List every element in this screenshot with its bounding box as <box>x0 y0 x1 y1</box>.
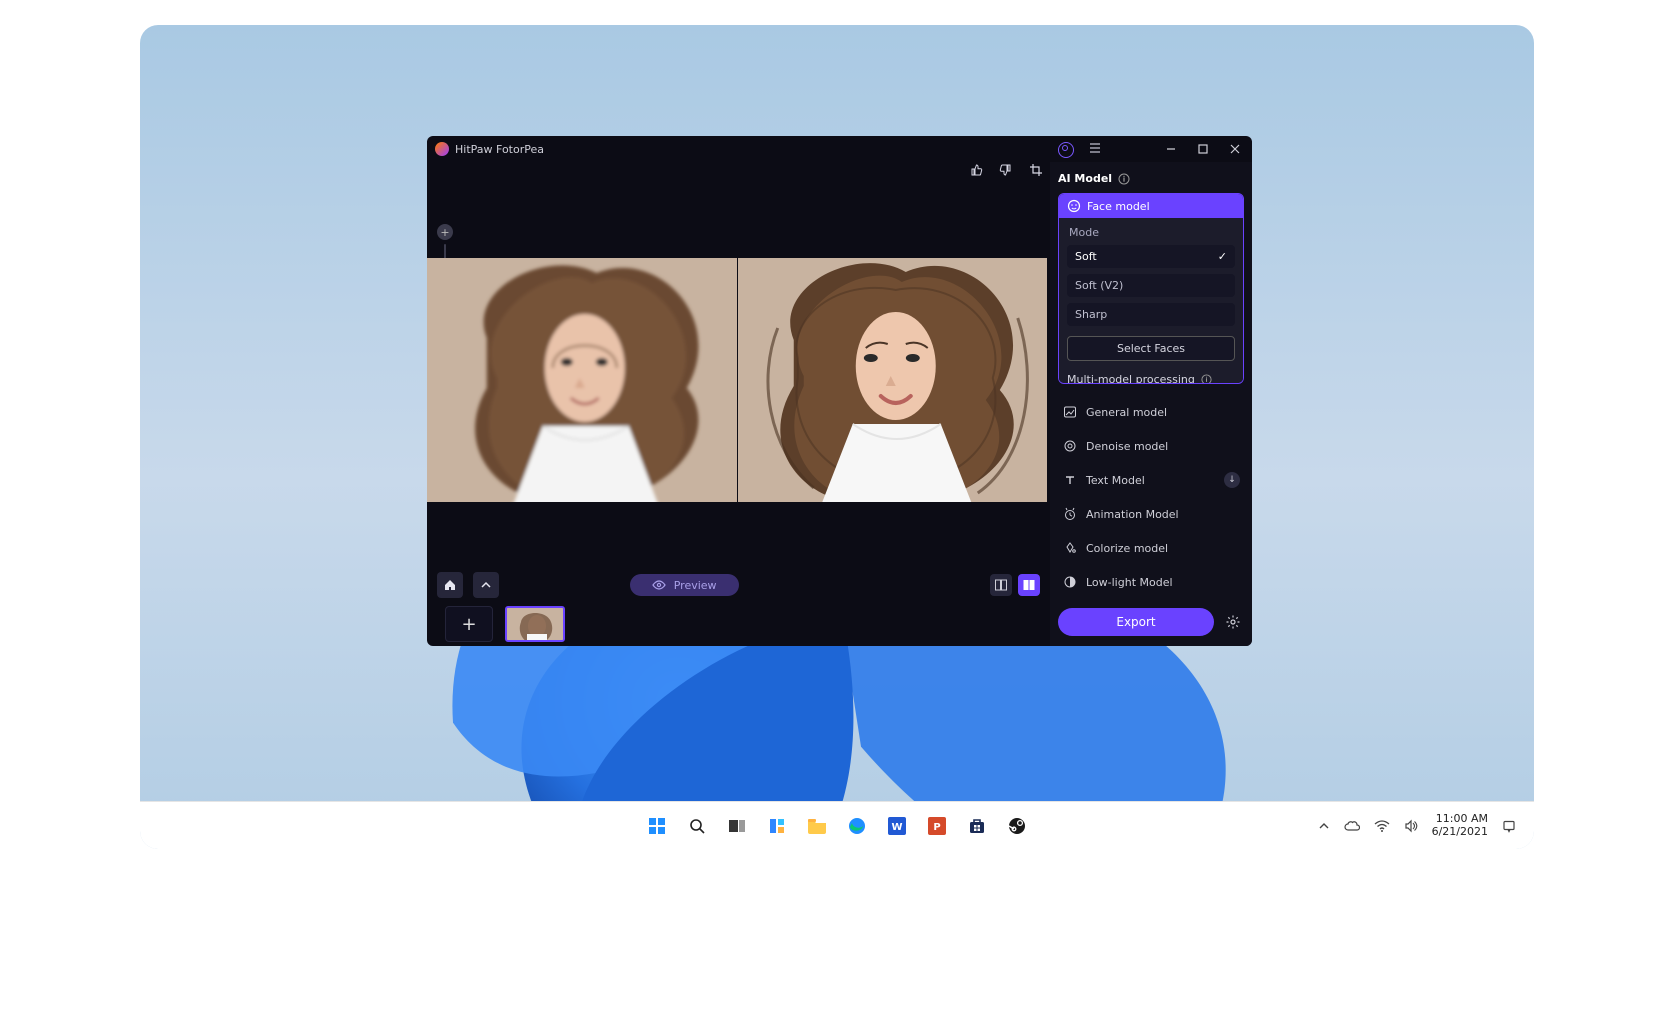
model-animation[interactable]: Animation Model <box>1058 500 1244 528</box>
thumbnail-1[interactable] <box>505 606 565 642</box>
mode-option-soft[interactable]: Soft ✓ <box>1067 245 1235 268</box>
minimize-button[interactable] <box>1160 138 1182 160</box>
model-list: General model Denoise model Text Model ↓… <box>1058 398 1244 596</box>
taskview-icon[interactable] <box>723 812 751 840</box>
lowlight-icon <box>1062 574 1078 590</box>
store-icon[interactable] <box>963 812 991 840</box>
laptop-screen: HitPaw FotorPea <box>140 25 1534 849</box>
model-general[interactable]: General model <box>1058 398 1244 426</box>
animation-icon <box>1062 506 1078 522</box>
thumbs-down-icon[interactable] <box>998 162 1014 178</box>
maximize-button[interactable] <box>1192 138 1214 160</box>
app-window: HitPaw FotorPea <box>427 136 1252 646</box>
settings-icon[interactable] <box>1222 611 1244 633</box>
app-logo <box>435 142 449 156</box>
right-panel: AI Model Face model Mode Soft ✓ So <box>1050 162 1252 646</box>
export-button[interactable]: Export <box>1058 608 1214 636</box>
model-text[interactable]: Text Model ↓ <box>1058 466 1244 494</box>
home-button[interactable] <box>437 572 463 598</box>
face-model-header[interactable]: Face model <box>1059 194 1243 218</box>
svg-text:W: W <box>891 822 902 833</box>
info-icon[interactable] <box>1118 173 1130 185</box>
notifications-icon[interactable] <box>1502 819 1516 833</box>
view-mode-selector <box>990 574 1040 596</box>
close-button[interactable] <box>1224 138 1246 160</box>
canvas-top-tools <box>427 162 1050 184</box>
bottom-bar-row1: Preview <box>427 572 1050 598</box>
window-controls <box>1160 136 1246 162</box>
denoise-icon <box>1062 438 1078 454</box>
menu-icon[interactable] <box>1088 140 1102 159</box>
preview-button[interactable]: Preview <box>630 574 739 596</box>
titlebar-user-area <box>1058 140 1102 159</box>
thumbnails-row: + <box>427 598 1050 646</box>
explorer-icon[interactable] <box>803 812 831 840</box>
multi-model-row: Multi-model processing <box>1067 373 1235 384</box>
mode-option-sharp[interactable]: Sharp <box>1067 303 1235 326</box>
account-icon[interactable] <box>1058 142 1074 158</box>
add-image-button[interactable]: + <box>445 606 493 642</box>
wifi-icon[interactable] <box>1374 820 1390 832</box>
view-single-button[interactable] <box>990 574 1012 596</box>
edge-icon[interactable] <box>843 812 871 840</box>
taskbar-center-icons: W P <box>643 812 1031 840</box>
zoom-in-button[interactable]: + <box>437 224 453 240</box>
select-faces-button[interactable]: Select Faces <box>1067 336 1235 361</box>
checkmark-icon: ✓ <box>1218 250 1227 263</box>
word-icon[interactable]: W <box>883 812 911 840</box>
eye-icon <box>652 578 666 592</box>
taskbar-right: 11:00 AM 6/21/2021 <box>1318 802 1516 849</box>
download-icon[interactable]: ↓ <box>1224 472 1240 488</box>
model-lowlight[interactable]: Low-light Model <box>1058 568 1244 596</box>
volume-icon[interactable] <box>1404 819 1418 833</box>
face-model-card: Face model Mode Soft ✓ Soft (V2) Sharp S… <box>1058 193 1244 384</box>
bottom-bar: Preview + <box>427 572 1050 646</box>
export-row: Export <box>1058 596 1244 636</box>
text-icon <box>1062 472 1078 488</box>
laptop-frame: HitPaw FotorPea <box>0 0 1674 1016</box>
model-colorize[interactable]: Colorize model <box>1058 534 1244 562</box>
preview-label: Preview <box>674 579 717 592</box>
search-icon[interactable] <box>683 812 711 840</box>
mode-label: Mode <box>1067 226 1235 239</box>
app-title: HitPaw FotorPea <box>455 143 544 156</box>
face-icon <box>1067 199 1081 213</box>
crop-icon[interactable] <box>1028 162 1044 178</box>
chevron-up-icon[interactable] <box>1318 820 1330 832</box>
image-icon <box>1062 404 1078 420</box>
view-split-button[interactable] <box>1018 574 1040 596</box>
start-button[interactable] <box>643 812 671 840</box>
taskbar-clock[interactable]: 11:00 AM 6/21/2021 <box>1432 813 1488 837</box>
comparison-view <box>427 258 1047 502</box>
widgets-icon[interactable] <box>763 812 791 840</box>
steam-icon[interactable] <box>1003 812 1031 840</box>
collapse-up-button[interactable] <box>473 572 499 598</box>
thumbs-up-icon[interactable] <box>968 162 984 178</box>
mode-option-softv2[interactable]: Soft (V2) <box>1067 274 1235 297</box>
colorize-icon <box>1062 540 1078 556</box>
powerpoint-icon[interactable]: P <box>923 812 951 840</box>
panel-title: AI Model <box>1058 172 1244 185</box>
info-icon[interactable] <box>1201 374 1212 384</box>
model-denoise[interactable]: Denoise model <box>1058 432 1244 460</box>
onedrive-icon[interactable] <box>1344 820 1360 832</box>
canvas-area: + − <box>427 162 1050 572</box>
titlebar: HitPaw FotorPea <box>427 136 1252 162</box>
image-after[interactable] <box>738 258 1048 502</box>
image-before[interactable] <box>427 258 738 502</box>
windows-taskbar: W P 11:00 AM 6/21/2021 <box>140 801 1534 849</box>
svg-text:P: P <box>933 822 940 833</box>
